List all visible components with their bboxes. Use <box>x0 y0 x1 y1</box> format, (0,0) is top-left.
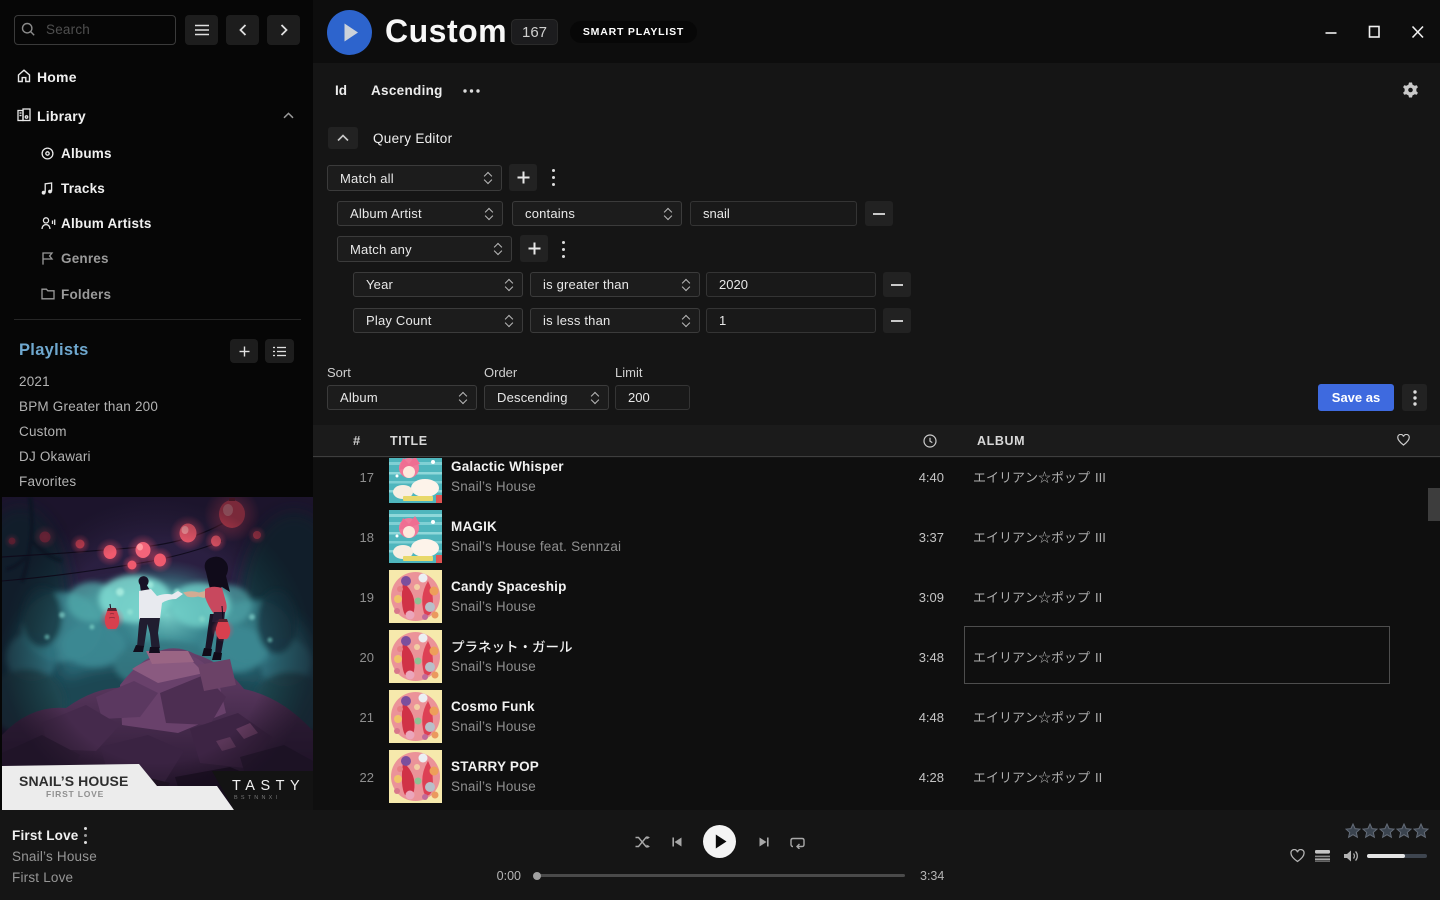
svg-text:SNAIL’S HOUSE: SNAIL’S HOUSE <box>19 773 128 789</box>
svg-text:TASTY: TASTY <box>232 778 305 794</box>
svg-text:FIRST LOVE: FIRST LOVE <box>46 789 104 799</box>
svg-text:BSTNNXI: BSTNNXI <box>234 795 280 801</box>
